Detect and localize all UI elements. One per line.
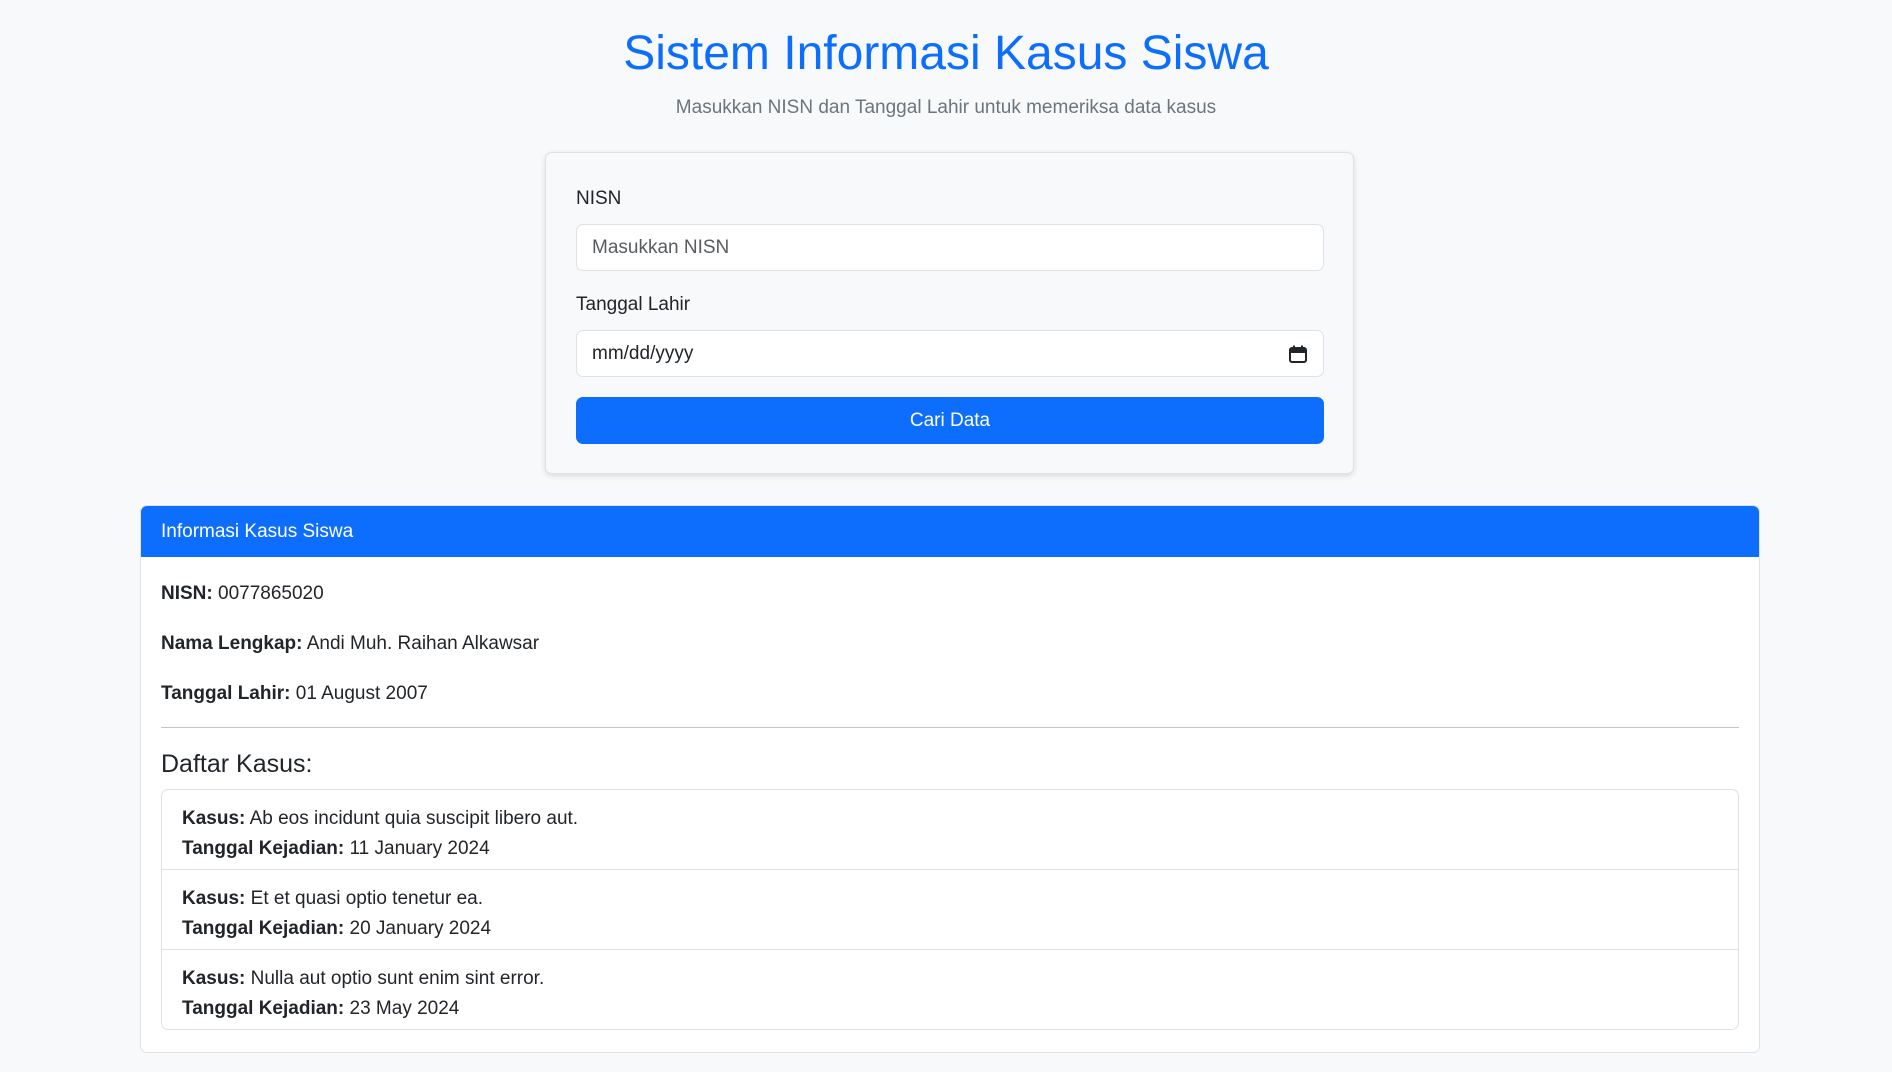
info-dob-value: 01 August 2007 (295, 683, 428, 704)
info-name-value: Andi Muh. Raihan Alkawsar (306, 633, 540, 654)
info-name: Nama Lengkap: Andi Muh. Raihan Alkawsar (161, 631, 539, 657)
search-button[interactable]: Cari Data (576, 397, 1324, 444)
section-divider (161, 727, 1739, 728)
dob-date-placeholder: mm/dd/yyyy (592, 342, 694, 364)
search-form-card: NISN Tanggal Lahir mm/dd/yyyy Cari Data (545, 152, 1354, 474)
case-label: Kasus: (182, 808, 246, 829)
case-date-label: Tanggal Kejadian: (182, 998, 345, 1019)
case-list: Kasus: Ab eos incidunt quia suscipit lib… (161, 789, 1739, 1030)
dob-date-input[interactable]: mm/dd/yyyy (576, 330, 1324, 377)
info-nisn-value: 0077865020 (218, 583, 324, 604)
calendar-icon[interactable] (1288, 344, 1308, 364)
info-dob-label: Tanggal Lahir: (161, 683, 291, 704)
case-list-item: Kasus: Ab eos incidunt quia suscipit lib… (162, 790, 1738, 870)
case-label: Kasus: (182, 888, 246, 909)
case-list-heading: Daftar Kasus: (161, 750, 313, 778)
case-description-line: Kasus: Et et quasi optio tenetur ea. (182, 884, 1718, 914)
page-title: Sistem Informasi Kasus Siswa (623, 27, 1269, 80)
case-label: Kasus: (182, 968, 246, 989)
case-description-line: Kasus: Nulla aut optio sunt enim sint er… (182, 964, 1718, 994)
case-date-label: Tanggal Kejadian: (182, 838, 345, 859)
nisn-label: NISN (576, 188, 622, 209)
page-subtitle: Masukkan NISN dan Tanggal Lahir untuk me… (675, 97, 1217, 118)
case-date-label: Tanggal Kejadian: (182, 918, 345, 939)
info-nisn-label: NISN: (161, 583, 213, 604)
case-list-item: Kasus: Nulla aut optio sunt enim sint er… (162, 950, 1738, 1029)
info-name-label: Nama Lengkap: (161, 633, 303, 654)
case-description: Nulla aut optio sunt enim sint error. (250, 968, 545, 989)
case-date: 20 January 2024 (349, 918, 492, 939)
info-nisn: NISN: 0077865020 (161, 581, 324, 607)
case-date-line: Tanggal Kejadian: 20 January 2024 (182, 914, 1718, 944)
case-date-line: Tanggal Kejadian: 23 May 2024 (182, 994, 1718, 1024)
case-description: Ab eos incidunt quia suscipit libero aut… (249, 808, 579, 829)
nisn-input[interactable] (576, 224, 1324, 271)
info-dob: Tanggal Lahir: 01 August 2007 (161, 681, 428, 707)
case-date: 11 January 2024 (349, 838, 490, 859)
case-description-line: Kasus: Ab eos incidunt quia suscipit lib… (182, 804, 1718, 834)
result-card: Informasi Kasus Siswa NISN: 0077865020 N… (140, 505, 1760, 1053)
case-description: Et et quasi optio tenetur ea. (250, 888, 484, 909)
case-date: 23 May 2024 (349, 998, 460, 1019)
case-list-item: Kasus: Et et quasi optio tenetur ea. Tan… (162, 870, 1738, 950)
case-date-line: Tanggal Kejadian: 11 January 2024 (182, 834, 1718, 864)
dob-label: Tanggal Lahir (576, 294, 691, 315)
result-card-header: Informasi Kasus Siswa (141, 506, 1759, 557)
